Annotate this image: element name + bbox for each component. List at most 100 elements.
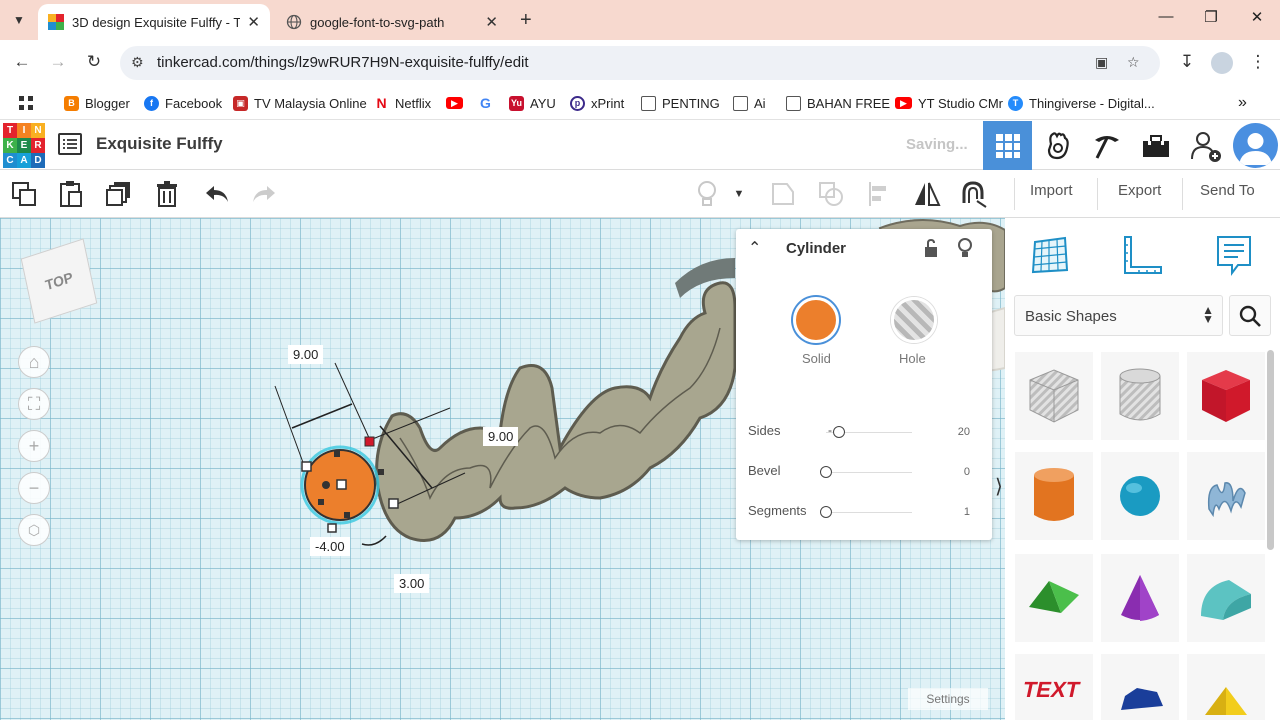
design-list-icon[interactable] (58, 133, 82, 155)
browser-tab-google-font[interactable]: google-font-to-svg-path ✕ (276, 4, 508, 40)
bookmark-folder-penting[interactable]: PENTING (641, 93, 720, 113)
shape-polygon[interactable] (1101, 654, 1179, 720)
tinkercad-logo[interactable]: T I N K E R C A D (3, 123, 45, 168)
invite-user-button[interactable] (1181, 121, 1230, 170)
delete-button[interactable] (152, 179, 182, 209)
position-x-label[interactable]: -4.00 (310, 537, 350, 556)
install-app-icon[interactable]: ▣ (1095, 54, 1108, 71)
bookmark-google[interactable]: G (478, 93, 499, 113)
codeblocks-button[interactable] (1033, 121, 1082, 170)
workplane-settings-button[interactable]: Settings (908, 688, 988, 710)
bevel-slider-knob[interactable] (820, 466, 832, 478)
sides-slider-prefix: - (828, 423, 832, 437)
dimension-width-label[interactable]: 9.00 (288, 345, 324, 364)
browser-tab-tinkercad[interactable]: 3D design Exquisite Fulffy - Tink ✕ (38, 4, 270, 40)
lightbulb-icon[interactable] (957, 237, 973, 264)
shape-scribble[interactable] (1187, 452, 1265, 540)
profile-avatar[interactable] (1211, 52, 1233, 74)
browser-menu-icon[interactable]: ⋮ (1247, 52, 1269, 72)
bookmark-folder-ai[interactable]: Ai (733, 93, 766, 113)
shape-roof[interactable] (1015, 554, 1093, 642)
copy-button[interactable] (9, 179, 39, 209)
shape-pyramid[interactable] (1187, 654, 1265, 720)
undo-button[interactable] (202, 179, 232, 209)
shape-text[interactable]: TEXT (1015, 654, 1093, 720)
forward-icon[interactable]: → (47, 52, 69, 72)
more-bookmarks-icon[interactable]: » (1238, 93, 1247, 113)
bookmark-xprint[interactable]: p xPrint (570, 93, 624, 113)
collapse-chevron-icon[interactable]: ⌃ (748, 238, 761, 258)
import-button[interactable]: Import (1030, 182, 1073, 199)
bookmark-facebook[interactable]: f Facebook (144, 93, 222, 113)
shape-round-roof[interactable] (1187, 554, 1265, 642)
url-bar[interactable]: ⚙ tinkercad.com/things/lz9wRUR7H9N-exqui… (120, 46, 1160, 80)
user-avatar[interactable] (1233, 123, 1278, 168)
bookmark-folder-bahan-free[interactable]: BAHAN FREE (786, 93, 890, 113)
notes-dropdown[interactable]: ▼ (729, 179, 749, 209)
dimension-height-label[interactable]: 3.00 (394, 574, 430, 593)
shape-cylinder-hole[interactable] (1101, 352, 1179, 440)
back-icon[interactable]: ← (11, 52, 33, 72)
notes-button[interactable] (692, 179, 722, 209)
segments-slider-knob[interactable] (820, 506, 832, 518)
ruler-tool-button[interactable] (1116, 230, 1166, 280)
bricks-button[interactable] (1082, 121, 1131, 170)
design-title[interactable]: Exquisite Fulffy (96, 134, 223, 154)
close-window-icon[interactable]: ✕ (1242, 8, 1272, 26)
paste-button[interactable] (56, 179, 86, 209)
hole-swatch[interactable] (891, 297, 937, 343)
lock-icon[interactable] (923, 238, 939, 263)
shape-cylinder[interactable] (1015, 452, 1093, 540)
bookmark-netflix[interactable]: N Netflix (374, 93, 431, 113)
dimension-depth-label[interactable]: 9.00 (483, 427, 519, 446)
close-tab-icon[interactable]: ✕ (247, 13, 260, 31)
shapes-scrollbar[interactable] (1267, 350, 1274, 550)
shape-box-hole[interactable] (1015, 352, 1093, 440)
close-tab-icon[interactable]: ✕ (485, 13, 498, 31)
ungroup-button[interactable] (816, 179, 846, 209)
shape-sphere[interactable] (1101, 452, 1179, 540)
download-icon[interactable]: ↧ (1176, 52, 1198, 72)
send-to-button[interactable]: Send To (1200, 182, 1255, 199)
group-button[interactable] (768, 179, 798, 209)
align-button[interactable] (864, 179, 894, 209)
shape-cone[interactable] (1101, 554, 1179, 642)
workplane-tool-button[interactable] (1025, 230, 1075, 280)
bookmark-tv-malaysia[interactable]: ▣ TV Malaysia Online (233, 93, 367, 113)
bookmark-yt-studio[interactable]: ▶ YT Studio CMr (895, 93, 1003, 113)
segments-slider-track[interactable] (826, 512, 912, 513)
duplicate-button[interactable] (104, 179, 134, 209)
shape-search-button[interactable] (1229, 295, 1271, 336)
shape-category-select[interactable]: Basic Shapes ▲ ▼ (1014, 295, 1223, 336)
minimize-icon[interactable]: — (1151, 8, 1181, 25)
bookmark-ayu[interactable]: Yu AYU (509, 93, 556, 113)
bookmark-thingiverse[interactable]: T Thingiverse - Digital... (1008, 93, 1155, 113)
tab-search-icon[interactable]: ▼ (6, 7, 32, 33)
duplicate-icon (106, 182, 130, 206)
segments-value[interactable]: 1 (936, 506, 970, 518)
bookmark-blogger[interactable]: B Blogger (64, 93, 130, 113)
cruise-button[interactable] (958, 179, 988, 209)
bookmark-star-icon[interactable]: ☆ (1127, 54, 1140, 71)
reload-icon[interactable]: ↻ (83, 52, 105, 72)
sides-value[interactable]: 20 (936, 426, 970, 438)
toggle-panel-chevron-icon[interactable]: ⟩ (995, 474, 1003, 499)
sim-lab-button[interactable] (1131, 121, 1180, 170)
mirror-button[interactable] (912, 179, 942, 209)
3d-view-button[interactable] (983, 121, 1032, 170)
export-button[interactable]: Export (1118, 182, 1161, 199)
solid-color-swatch[interactable] (793, 297, 839, 343)
bevel-value[interactable]: 0 (936, 466, 970, 478)
shape-box[interactable] (1187, 352, 1265, 440)
bookmarks-bar: B Blogger f Facebook ▣ TV Malaysia Online N… (0, 86, 1280, 120)
bevel-slider-track[interactable] (826, 472, 912, 473)
sides-slider-knob[interactable] (833, 426, 845, 438)
notes-tool-button[interactable] (1209, 230, 1259, 280)
site-settings-icon[interactable]: ⚙ (131, 54, 144, 71)
apps-grid-icon[interactable] (18, 93, 34, 113)
new-tab-icon[interactable]: + (520, 9, 532, 32)
restore-icon[interactable]: ❐ (1196, 8, 1226, 26)
bookmark-youtube[interactable]: ▶ (446, 93, 469, 113)
ruler-icon (1124, 236, 1162, 274)
redo-button[interactable] (249, 179, 279, 209)
